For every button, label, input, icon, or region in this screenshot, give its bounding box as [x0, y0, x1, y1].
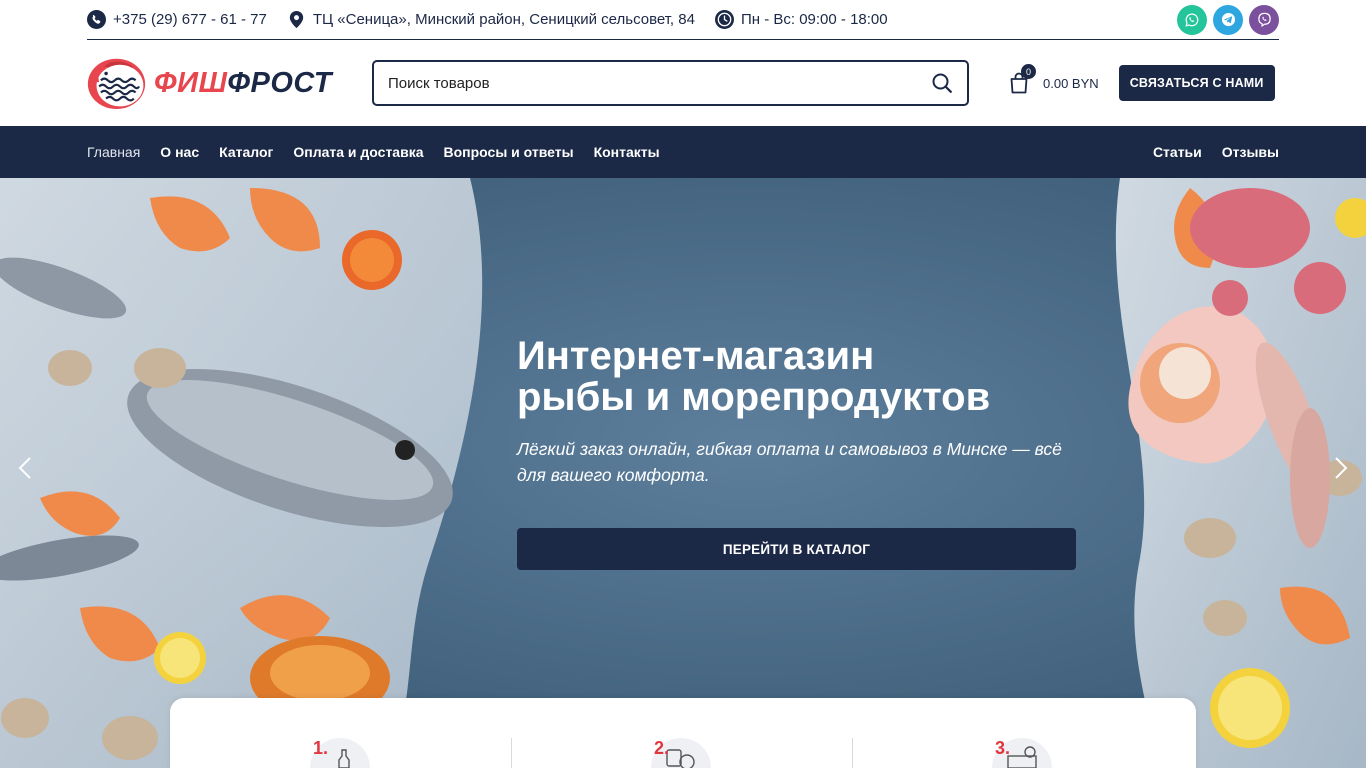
go-to-catalog-button[interactable]: ПЕРЕЙТИ В КАТАЛОГ	[517, 528, 1076, 570]
social-links	[1177, 4, 1279, 35]
whatsapp-icon	[1185, 13, 1199, 27]
phone-info[interactable]: +375 (29) 677 - 61 - 77	[87, 10, 267, 29]
step-1-number: 1.	[313, 738, 329, 758]
page: +375 (29) 677 - 61 - 77 ТЦ «Сеница», Мин…	[0, 0, 1366, 768]
nav-reviews[interactable]: Отзывы	[1222, 144, 1279, 160]
viber-icon	[1257, 12, 1271, 27]
step-3: 3.	[992, 738, 1075, 768]
cart-count-badge: 0	[1021, 64, 1036, 79]
nav-catalog[interactable]: Каталог	[219, 144, 273, 160]
step-3-number: 3.	[995, 738, 1011, 758]
step-1: 1.	[310, 738, 393, 768]
nav-contacts[interactable]: Контакты	[594, 144, 660, 160]
step-2-number: 2.	[654, 738, 670, 758]
nav-about[interactable]: О нас	[160, 144, 199, 160]
header: ФИШФРОСТ 0 0.00 BYN Связаться с нами	[87, 40, 1279, 126]
step-divider	[852, 738, 853, 768]
logo-text: ФИШФРОСТ	[154, 67, 332, 100]
search-input[interactable]	[388, 74, 931, 92]
logo-text-part2: ФРОСТ	[227, 66, 332, 99]
telegram-icon	[1221, 12, 1235, 27]
slider-prev-button[interactable]	[13, 453, 37, 483]
viber-button[interactable]	[1249, 4, 1279, 35]
cart-total: 0.00 BYN	[1043, 75, 1099, 91]
top-bar: +375 (29) 677 - 61 - 77 ТЦ «Сеница», Мин…	[87, 0, 1279, 40]
logo[interactable]: ФИШФРОСТ	[87, 52, 332, 114]
step-2: 2.	[651, 738, 734, 768]
nav-faq[interactable]: Вопросы и ответы	[444, 144, 574, 160]
chevron-right-icon	[1335, 457, 1348, 479]
logo-text-part1: ФИШ	[153, 66, 228, 99]
telegram-button[interactable]	[1213, 4, 1243, 35]
hero-subtitle: Лёгкий заказ онлайн, гибкая оплата и сам…	[517, 439, 1062, 485]
location-pin-icon	[289, 10, 304, 29]
hero-title: Интернет-магазин рыбы и морепродуктов	[517, 336, 1077, 418]
phone-text: +375 (29) 677 - 61 - 77	[113, 11, 267, 28]
address-text: ТЦ «Сеница», Минский район, Сеницкий сел…	[312, 11, 695, 28]
main-nav: Главная О нас Каталог Оплата и доставка …	[0, 126, 1366, 178]
phone-icon	[87, 10, 106, 29]
contact-us-button[interactable]: Связаться с нами	[1118, 65, 1275, 101]
step-divider	[511, 738, 512, 768]
nav-payment-delivery[interactable]: Оплата и доставка	[293, 144, 423, 160]
cart[interactable]: 0 0.00 BYN	[1009, 64, 1099, 94]
search-icon[interactable]	[931, 72, 953, 94]
slider-next-button[interactable]	[1329, 453, 1353, 483]
steps-panel: 1. 2. 3.	[170, 698, 1196, 768]
whatsapp-button[interactable]	[1177, 4, 1207, 35]
clock-icon	[714, 10, 734, 29]
nav-articles[interactable]: Статьи	[1153, 144, 1202, 160]
hero-slider: Интернет-магазин рыбы и морепродуктов Лё…	[0, 178, 1366, 768]
chevron-left-icon	[18, 457, 31, 479]
hero-title-line1: Интернет-магазин	[517, 334, 875, 378]
hero-title-line2: рыбы и морепродуктов	[517, 375, 991, 419]
nav-home[interactable]: Главная	[87, 144, 140, 160]
search-box	[372, 60, 969, 106]
address-info: ТЦ «Сеница», Минский район, Сеницкий сел…	[287, 10, 695, 29]
hours-info: Пн - Вс: 09:00 - 18:00	[714, 10, 888, 29]
fish-logo-icon	[87, 58, 146, 110]
hours-text: Пн - Вс: 09:00 - 18:00	[740, 11, 888, 28]
